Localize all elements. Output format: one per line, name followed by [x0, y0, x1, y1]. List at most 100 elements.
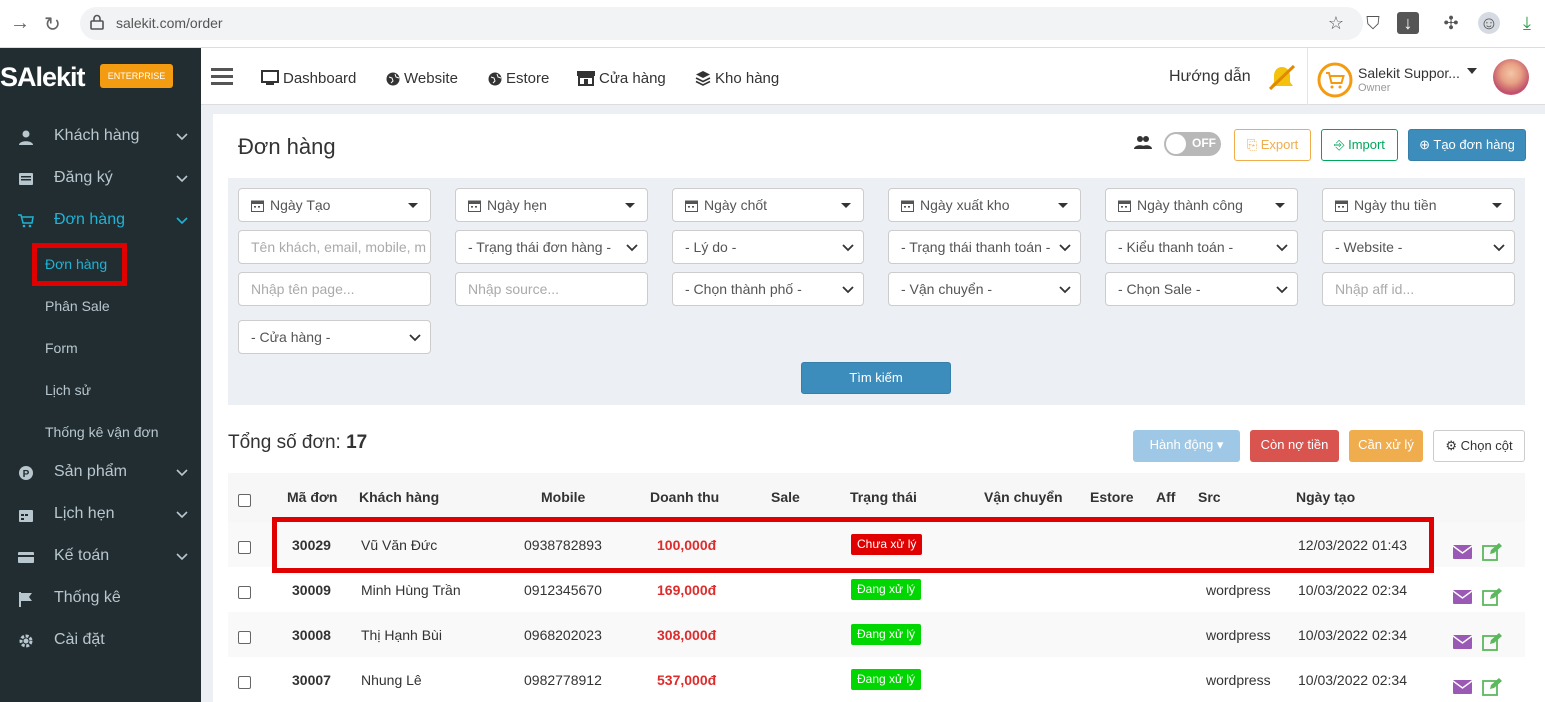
select-website[interactable]: - Website - [1322, 230, 1515, 264]
email-icon[interactable] [1453, 635, 1472, 649]
bookmark-star-icon[interactable]: ☆ [1325, 12, 1347, 34]
column-header-estore[interactable]: Estore [1090, 489, 1134, 505]
customer-name[interactable]: Minh Hùng Trần [361, 582, 461, 598]
sidebar-item-thong-ke[interactable]: Thống kê [0, 579, 201, 619]
bell-slash-icon[interactable] [1267, 64, 1297, 92]
edit-icon[interactable] [1482, 677, 1502, 696]
choose-columns-button[interactable]: ⚙ Chọn cột [1433, 430, 1525, 462]
gear-icon [19, 634, 33, 648]
nav-cua-hang[interactable]: Cửa hàng [577, 70, 666, 87]
order-id[interactable]: 30007 [292, 672, 331, 688]
edit-icon[interactable] [1482, 542, 1502, 561]
column-header-trang-thai[interactable]: Trạng thái [850, 489, 917, 505]
sidebar-subitem-thong-ke-van-don[interactable]: Thống kê vận đơn [45, 424, 158, 440]
sidebar-subitem-phan-sale[interactable]: Phân Sale [45, 298, 110, 314]
user-icon [19, 130, 33, 145]
select-thanh-pho[interactable]: - Chọn thành phố - [672, 272, 864, 306]
source-input[interactable]: Nhập source... [455, 272, 648, 306]
row-checkbox[interactable] [238, 631, 251, 644]
column-header-aff[interactable]: Aff [1156, 489, 1175, 505]
sidebar-item-don-hang[interactable]: Đơn hàng [0, 201, 201, 241]
filter-ngay-thu-tien[interactable]: Ngày thu tiền [1322, 188, 1515, 222]
create-order-button[interactable]: ⊕ Tạo đơn hàng [1408, 129, 1526, 161]
chevron-down-icon [1059, 286, 1071, 294]
row-checkbox[interactable] [238, 541, 251, 554]
edit-icon[interactable] [1482, 632, 1502, 651]
select-sale[interactable]: - Chọn Sale - [1105, 272, 1298, 306]
page-name-input[interactable]: Nhập tên page... [238, 272, 431, 306]
nav-kho-hang[interactable]: Kho hàng [695, 70, 779, 87]
forward-icon[interactable]: → [10, 12, 30, 35]
filter-ngay-xuat-kho[interactable]: Ngày xuất kho [888, 188, 1081, 222]
toggle-switch[interactable]: OFF [1164, 132, 1221, 156]
reload-icon[interactable]: ↻ [44, 12, 61, 37]
email-icon[interactable] [1453, 680, 1472, 694]
column-header-mobile[interactable]: Mobile [541, 489, 585, 505]
column-header-sale[interactable]: Sale [771, 489, 800, 505]
email-icon[interactable] [1453, 545, 1472, 559]
select-all-checkbox[interactable] [238, 494, 251, 507]
nav-dashboard[interactable]: Dashboard [261, 70, 356, 87]
sidebar-item-khach-hang[interactable]: Khách hàng [0, 117, 201, 157]
caret-down-icon[interactable] [1467, 68, 1477, 74]
guide-link[interactable]: Hướng dẫn [1169, 68, 1251, 86]
select-value: - Lý do - [685, 239, 737, 255]
customer-mobile: 0982778912 [524, 672, 602, 688]
sidebar-item-cai-dat[interactable]: Cài đặt [0, 621, 201, 661]
column-header-ma-don[interactable]: Mã đơn [287, 489, 337, 505]
select-cua-hang[interactable]: - Cửa hàng - [238, 320, 431, 354]
sidebar-subitem-form[interactable]: Form [45, 340, 78, 356]
select-trang-thai-thanh-toan[interactable]: - Trạng thái thanh toán - [888, 230, 1081, 264]
aff-id-input[interactable]: Nhập aff id... [1322, 272, 1515, 306]
avatar[interactable] [1493, 59, 1529, 95]
hamburger-menu-icon[interactable] [211, 68, 233, 86]
sidebar-item-ke-toan[interactable]: Kế toán [0, 537, 201, 577]
sidebar-item-san-pham[interactable]: P Sản phẩm [0, 453, 201, 493]
edit-icon[interactable] [1482, 587, 1502, 606]
extensions-icon[interactable]: ✣ [1440, 12, 1462, 34]
select-van-chuyen[interactable]: - Vận chuyển - [888, 272, 1081, 306]
row-checkbox[interactable] [238, 676, 251, 689]
select-ly-do[interactable]: - Lý do - [672, 230, 864, 264]
shield-icon[interactable]: ⛉ [1362, 12, 1384, 34]
profile-icon[interactable]: ☺ [1478, 12, 1500, 34]
filter-ngay-tao[interactable]: Ngày Tạo [238, 188, 431, 222]
filter-ngay-thanh-cong[interactable]: Ngày thành công [1105, 188, 1298, 222]
download-icon[interactable]: ⤓ [1516, 12, 1538, 34]
status-badge: Đang xử lý [851, 624, 922, 645]
import-button[interactable]: ⎆ Import [1321, 129, 1398, 161]
order-id[interactable]: 30009 [292, 582, 331, 598]
user-name[interactable]: Salekit Suppor... [1358, 65, 1460, 81]
sidebar-subitem-lich-su[interactable]: Lịch sử [45, 382, 91, 398]
nav-estore[interactable]: Estore [488, 70, 549, 87]
filter-ngay-chot[interactable]: Ngày chốt [672, 188, 864, 222]
column-header-src[interactable]: Src [1198, 489, 1221, 505]
nav-website[interactable]: Website [386, 70, 458, 87]
sidebar-item-dang-ky[interactable]: Đăng ký [0, 159, 201, 199]
action-dropdown-button[interactable]: Hành động ▾ [1133, 430, 1240, 462]
browser-bar: → ↻ salekit.com/order ☆ ⛉ ↓ ✣ ☺ ⤓ [0, 0, 1545, 48]
customer-name[interactable]: Thị Hạnh Bùi [361, 627, 442, 643]
select-trang-thai-don-hang[interactable]: - Trạng thái đơn hàng - [455, 230, 648, 264]
column-header-khach-hang[interactable]: Khách hàng [359, 489, 439, 505]
address-bar[interactable]: salekit.com/order [80, 7, 1363, 40]
download-box-icon[interactable]: ↓ [1397, 12, 1419, 34]
filter-ngay-hen[interactable]: Ngày hẹn [455, 188, 648, 222]
export-button[interactable]: ⎘ Export [1234, 129, 1311, 161]
customer-name[interactable]: Nhung Lê [361, 672, 422, 688]
column-header-doanh-thu[interactable]: Doanh thu [650, 489, 719, 505]
sidebar-item-lich-hen[interactable]: Lịch hẹn [0, 495, 201, 535]
search-button[interactable]: Tìm kiếm [801, 362, 951, 394]
sidebar-item-label: Đăng ký [54, 169, 113, 186]
column-header-van-chuyen[interactable]: Vận chuyển [984, 489, 1063, 505]
logo[interactable]: SAlekit [0, 62, 86, 93]
email-icon[interactable] [1453, 590, 1472, 604]
column-header-ngay-tao[interactable]: Ngày tạo [1296, 489, 1355, 505]
debt-filter-button[interactable]: Còn nợ tiền [1250, 430, 1339, 462]
select-kieu-thanh-toan[interactable]: - Kiểu thanh toán - [1105, 230, 1298, 264]
row-checkbox[interactable] [238, 586, 251, 599]
store-logo-icon[interactable] [1317, 62, 1353, 98]
order-id[interactable]: 30008 [292, 627, 331, 643]
pending-filter-button[interactable]: Cần xử lý [1349, 430, 1423, 462]
customer-search-input[interactable]: Tên khách, email, mobile, m [238, 230, 431, 264]
